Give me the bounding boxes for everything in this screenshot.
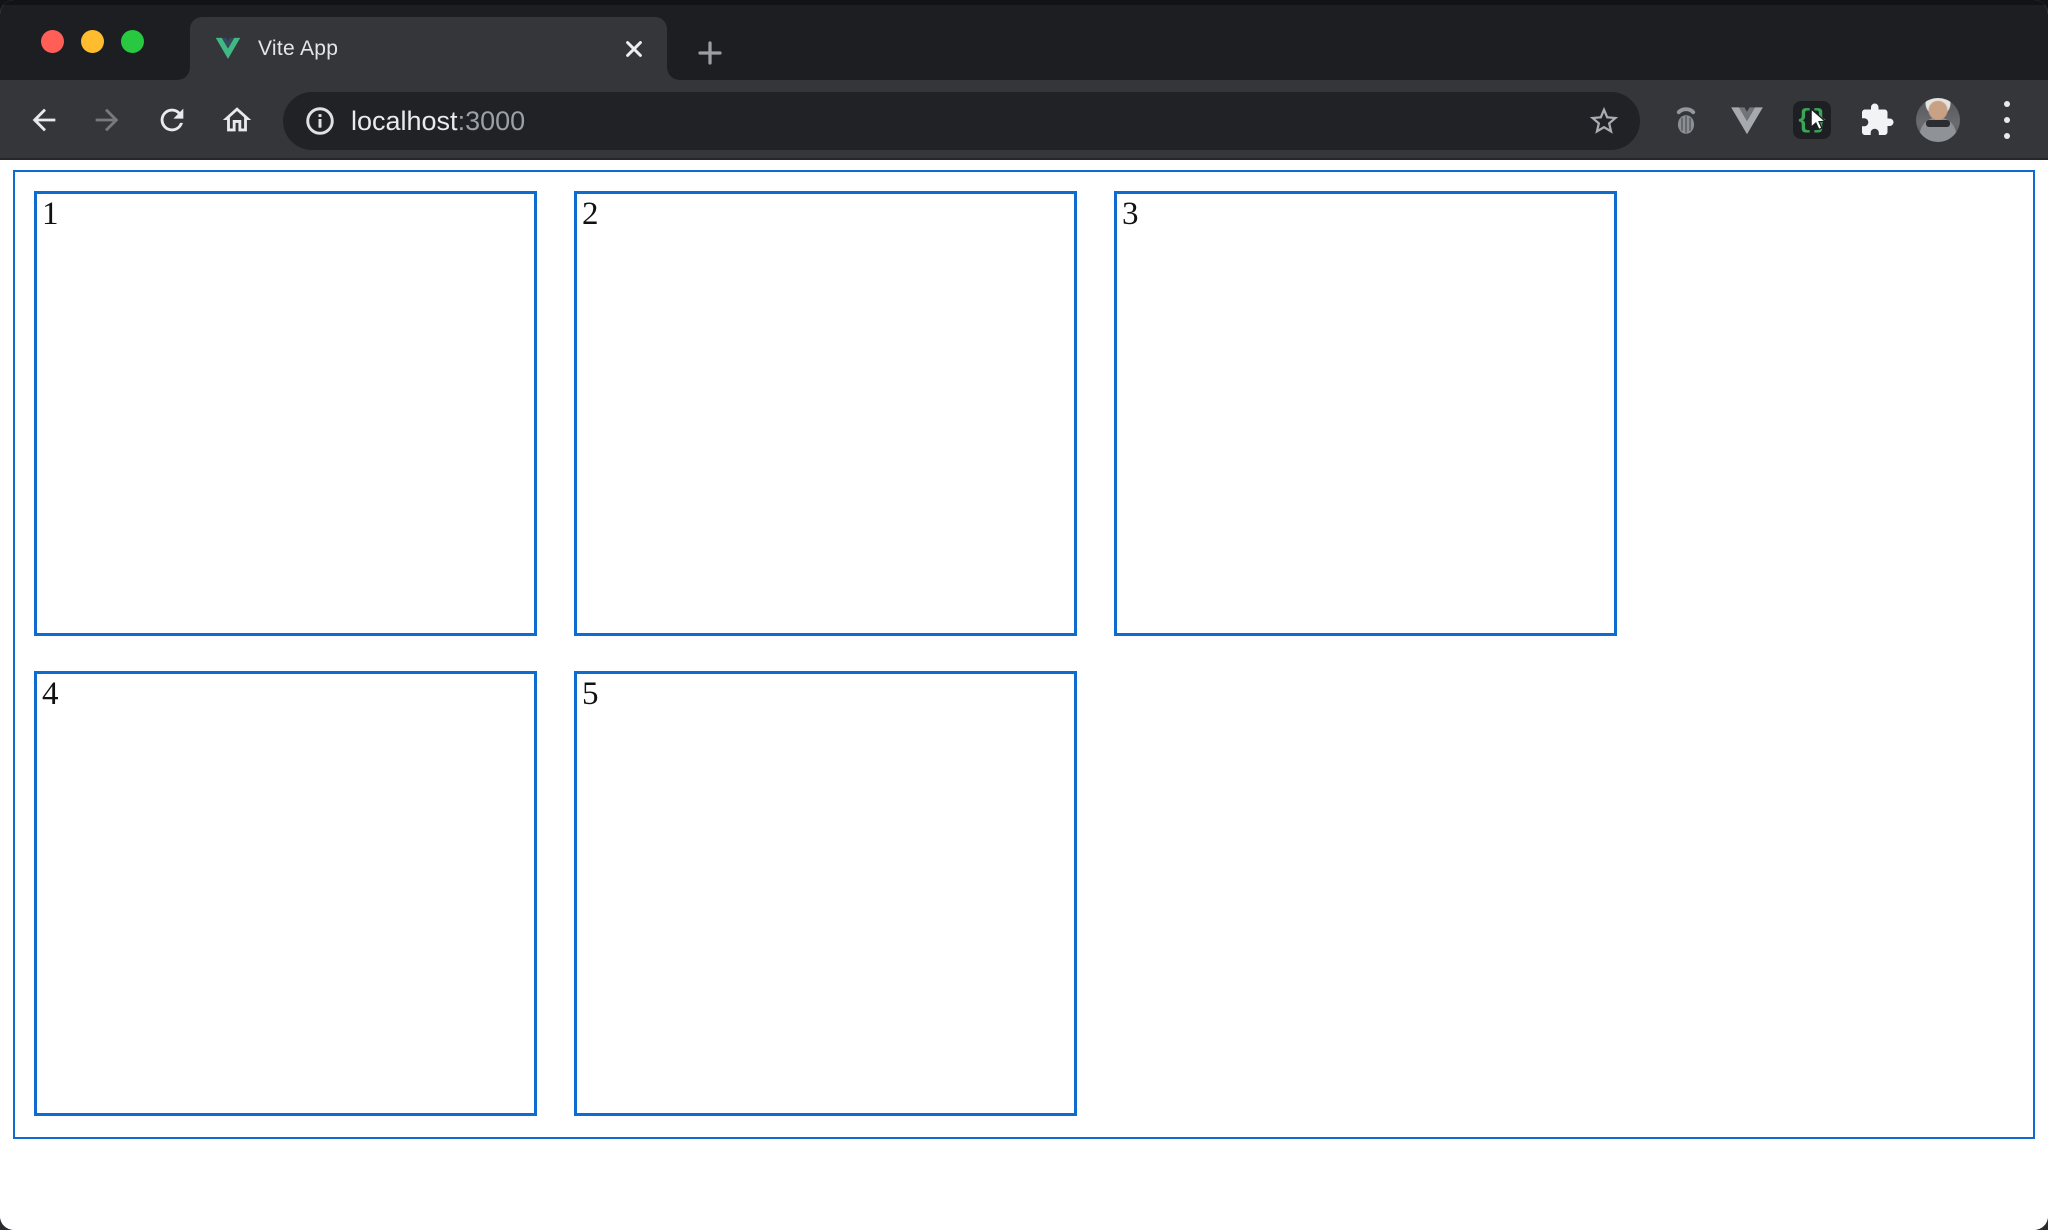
url-text[interactable]: localhost:3000 [351, 106, 1586, 137]
code-braces-cursor-icon[interactable]: {} [1788, 96, 1836, 144]
navigation-toolbar: localhost:3000 {} [0, 80, 2048, 160]
new-tab-button[interactable] [688, 31, 732, 75]
page-content: 1 2 3 4 5 [0, 160, 2048, 1230]
forward-button[interactable] [83, 96, 131, 144]
vue-devtools-icon[interactable] [1723, 96, 1771, 144]
fingerprint-extension-icon[interactable] [1662, 96, 1710, 144]
tab-vite-app[interactable]: Vite App [190, 17, 667, 80]
avatar-photo [1916, 98, 1960, 142]
browser-window: Vite App [0, 0, 2048, 1230]
box-label: 3 [1122, 196, 1139, 232]
numbered-box: 5 [574, 671, 1077, 1116]
fullscreen-window-button[interactable] [121, 30, 144, 53]
grid-container: 1 2 3 4 5 [13, 170, 2035, 1139]
reload-button[interactable] [148, 96, 196, 144]
extensions-puzzle-icon[interactable] [1853, 96, 1901, 144]
numbered-box: 3 [1114, 191, 1617, 636]
back-button[interactable] [20, 96, 68, 144]
tab-title: Vite App [258, 37, 617, 61]
window-controls [41, 30, 144, 53]
numbered-box: 4 [34, 671, 537, 1116]
url-port: :3000 [458, 106, 526, 136]
kebab-menu-icon[interactable] [1983, 96, 2031, 144]
box-label: 2 [582, 196, 599, 232]
tab-close-icon[interactable] [617, 32, 651, 66]
minimize-window-button[interactable] [81, 30, 104, 53]
close-window-button[interactable] [41, 30, 64, 53]
vue-favicon-icon [214, 35, 242, 63]
braces-chip: {} [1793, 101, 1831, 139]
box-label: 4 [42, 676, 59, 712]
bookmark-star-icon[interactable] [1586, 103, 1622, 139]
profile-avatar[interactable] [1914, 96, 1962, 144]
address-bar[interactable]: localhost:3000 [283, 92, 1640, 150]
tab-strip: Vite App [0, 0, 2048, 80]
home-button[interactable] [213, 96, 261, 144]
url-host: localhost [351, 106, 458, 136]
numbered-box: 1 [34, 191, 537, 636]
numbered-box: 2 [574, 191, 1077, 636]
site-info-icon[interactable] [303, 104, 337, 138]
box-label: 1 [42, 196, 59, 232]
box-label: 5 [582, 676, 599, 712]
